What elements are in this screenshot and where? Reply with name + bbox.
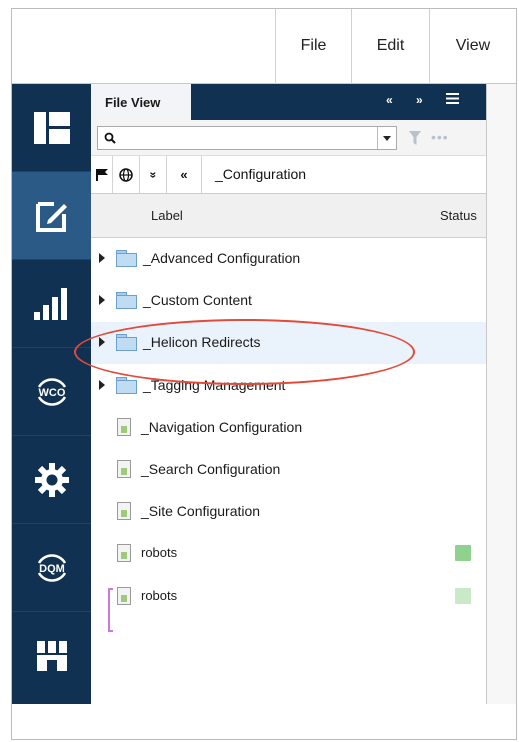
rail-edit-button[interactable] <box>12 172 91 260</box>
expand-caret-icon[interactable] <box>99 295 105 306</box>
flag-icon <box>95 168 108 181</box>
tree-folder-row[interactable]: _Tagging Management <box>91 365 486 407</box>
tree-item-label: _Search Configuration <box>141 461 281 477</box>
search-icon <box>104 132 116 144</box>
collapse-all-icon: » <box>146 171 160 178</box>
menu-view[interactable]: View <box>429 9 516 83</box>
rail-wco-button[interactable]: WCO <box>12 348 91 436</box>
tree-folder-row[interactable]: _Helicon Redirects <box>91 322 486 365</box>
search-box[interactable] <box>97 126 397 150</box>
dqm-icon-label: DQM <box>39 563 65 575</box>
column-header: Label Status <box>91 194 486 238</box>
breadcrumb: _Configuration <box>215 166 307 182</box>
file-icon <box>117 417 131 436</box>
site-button[interactable] <box>113 156 140 193</box>
layout-icon <box>33 111 70 144</box>
dqm-icon: DQM <box>37 553 66 582</box>
search-dropdown-button[interactable] <box>377 127 396 149</box>
tree-item-label: _Navigation Configuration <box>141 418 303 435</box>
tree-item-label: _Custom Content <box>143 292 252 309</box>
collapse-all-button[interactable]: » <box>140 156 167 193</box>
menu-file[interactable]: File <box>275 9 351 83</box>
file-icon <box>117 586 131 605</box>
search-input[interactable] <box>120 129 364 149</box>
status-indicator <box>455 545 471 562</box>
column-label[interactable]: Label <box>151 208 183 223</box>
tree-folder-row[interactable]: _Custom Content <box>91 280 486 322</box>
folder-icon <box>116 334 137 352</box>
menu-view-label: View <box>455 37 491 54</box>
tree-file-row[interactable]: _Search Configuration <box>91 449 486 491</box>
tree-folder-row[interactable]: _Advanced Configuration <box>91 238 486 280</box>
tree-file-row[interactable]: robots <box>91 576 486 618</box>
tree-item-label: _Helicon Redirects <box>143 334 261 351</box>
file-icon <box>117 502 131 521</box>
edit-icon <box>35 201 67 232</box>
folder-icon <box>116 250 137 267</box>
nav-rail: WCO DQM <box>12 84 91 704</box>
globe-icon <box>119 167 133 182</box>
tree-item-label: robots <box>141 545 178 561</box>
rail-dqm-button[interactable]: DQM <box>12 524 91 612</box>
folder-icon <box>116 292 137 310</box>
analytics-icon <box>33 287 67 320</box>
column-status[interactable]: Status <box>440 208 477 223</box>
tree-item-label: _Site Configuration <box>141 503 261 520</box>
settings-icon <box>34 462 69 497</box>
file-view-panel: File View « » ••• » « _Configuration Lab… <box>91 84 487 704</box>
expand-caret-icon[interactable] <box>99 253 105 263</box>
app-window: File Edit View WCO DQM File View « » •••… <box>11 8 517 740</box>
rail-settings-button[interactable] <box>12 436 91 524</box>
tree-item-label: robots <box>141 587 178 603</box>
tree-file-row[interactable]: robots <box>91 533 486 575</box>
tree-toolbar: » « _Configuration <box>91 156 486 194</box>
expand-right-icon[interactable]: » <box>416 93 423 107</box>
filter-icon[interactable] <box>409 131 421 145</box>
file-icon <box>117 460 131 478</box>
bookmark-button[interactable] <box>91 156 113 193</box>
wco-icon: WCO <box>37 377 66 406</box>
expand-caret-icon[interactable] <box>99 337 105 348</box>
tab-file-view-label: File View <box>105 94 161 110</box>
group-bracket <box>108 588 113 632</box>
tab-file-view[interactable]: File View <box>91 84 191 120</box>
right-panel-strip <box>487 84 516 704</box>
hamburger-menu-icon[interactable] <box>446 93 459 107</box>
back-icon: « <box>180 167 188 182</box>
tree-item-label: _Tagging Management <box>143 376 286 393</box>
file-icon <box>117 544 131 563</box>
up-level-button[interactable]: « <box>167 156 202 193</box>
menu-edit[interactable]: Edit <box>351 9 429 83</box>
panel-header: File View « » <box>91 84 486 120</box>
more-options-icon[interactable]: ••• <box>431 129 449 145</box>
marketplace-icon <box>36 641 67 671</box>
rail-layout-button[interactable] <box>12 84 91 172</box>
tree-file-row[interactable]: _Navigation Configuration <box>91 407 486 449</box>
chevron-down-icon <box>383 135 391 141</box>
search-bar: ••• <box>91 120 486 156</box>
wco-icon-label: WCO <box>38 387 65 399</box>
rail-marketplace-button[interactable] <box>12 612 91 700</box>
tree-item-label: _Advanced Configuration <box>143 250 301 266</box>
folder-icon <box>116 376 137 394</box>
tree-file-row[interactable]: _Site Configuration <box>91 491 486 533</box>
collapse-left-icon[interactable]: « <box>386 93 393 107</box>
expand-caret-icon[interactable] <box>99 379 105 390</box>
menu-file-label: File <box>300 37 327 54</box>
rail-analytics-button[interactable] <box>12 260 91 348</box>
menu-bar: File Edit View <box>12 9 516 84</box>
status-indicator <box>455 587 471 604</box>
menu-edit-label: Edit <box>376 37 405 54</box>
